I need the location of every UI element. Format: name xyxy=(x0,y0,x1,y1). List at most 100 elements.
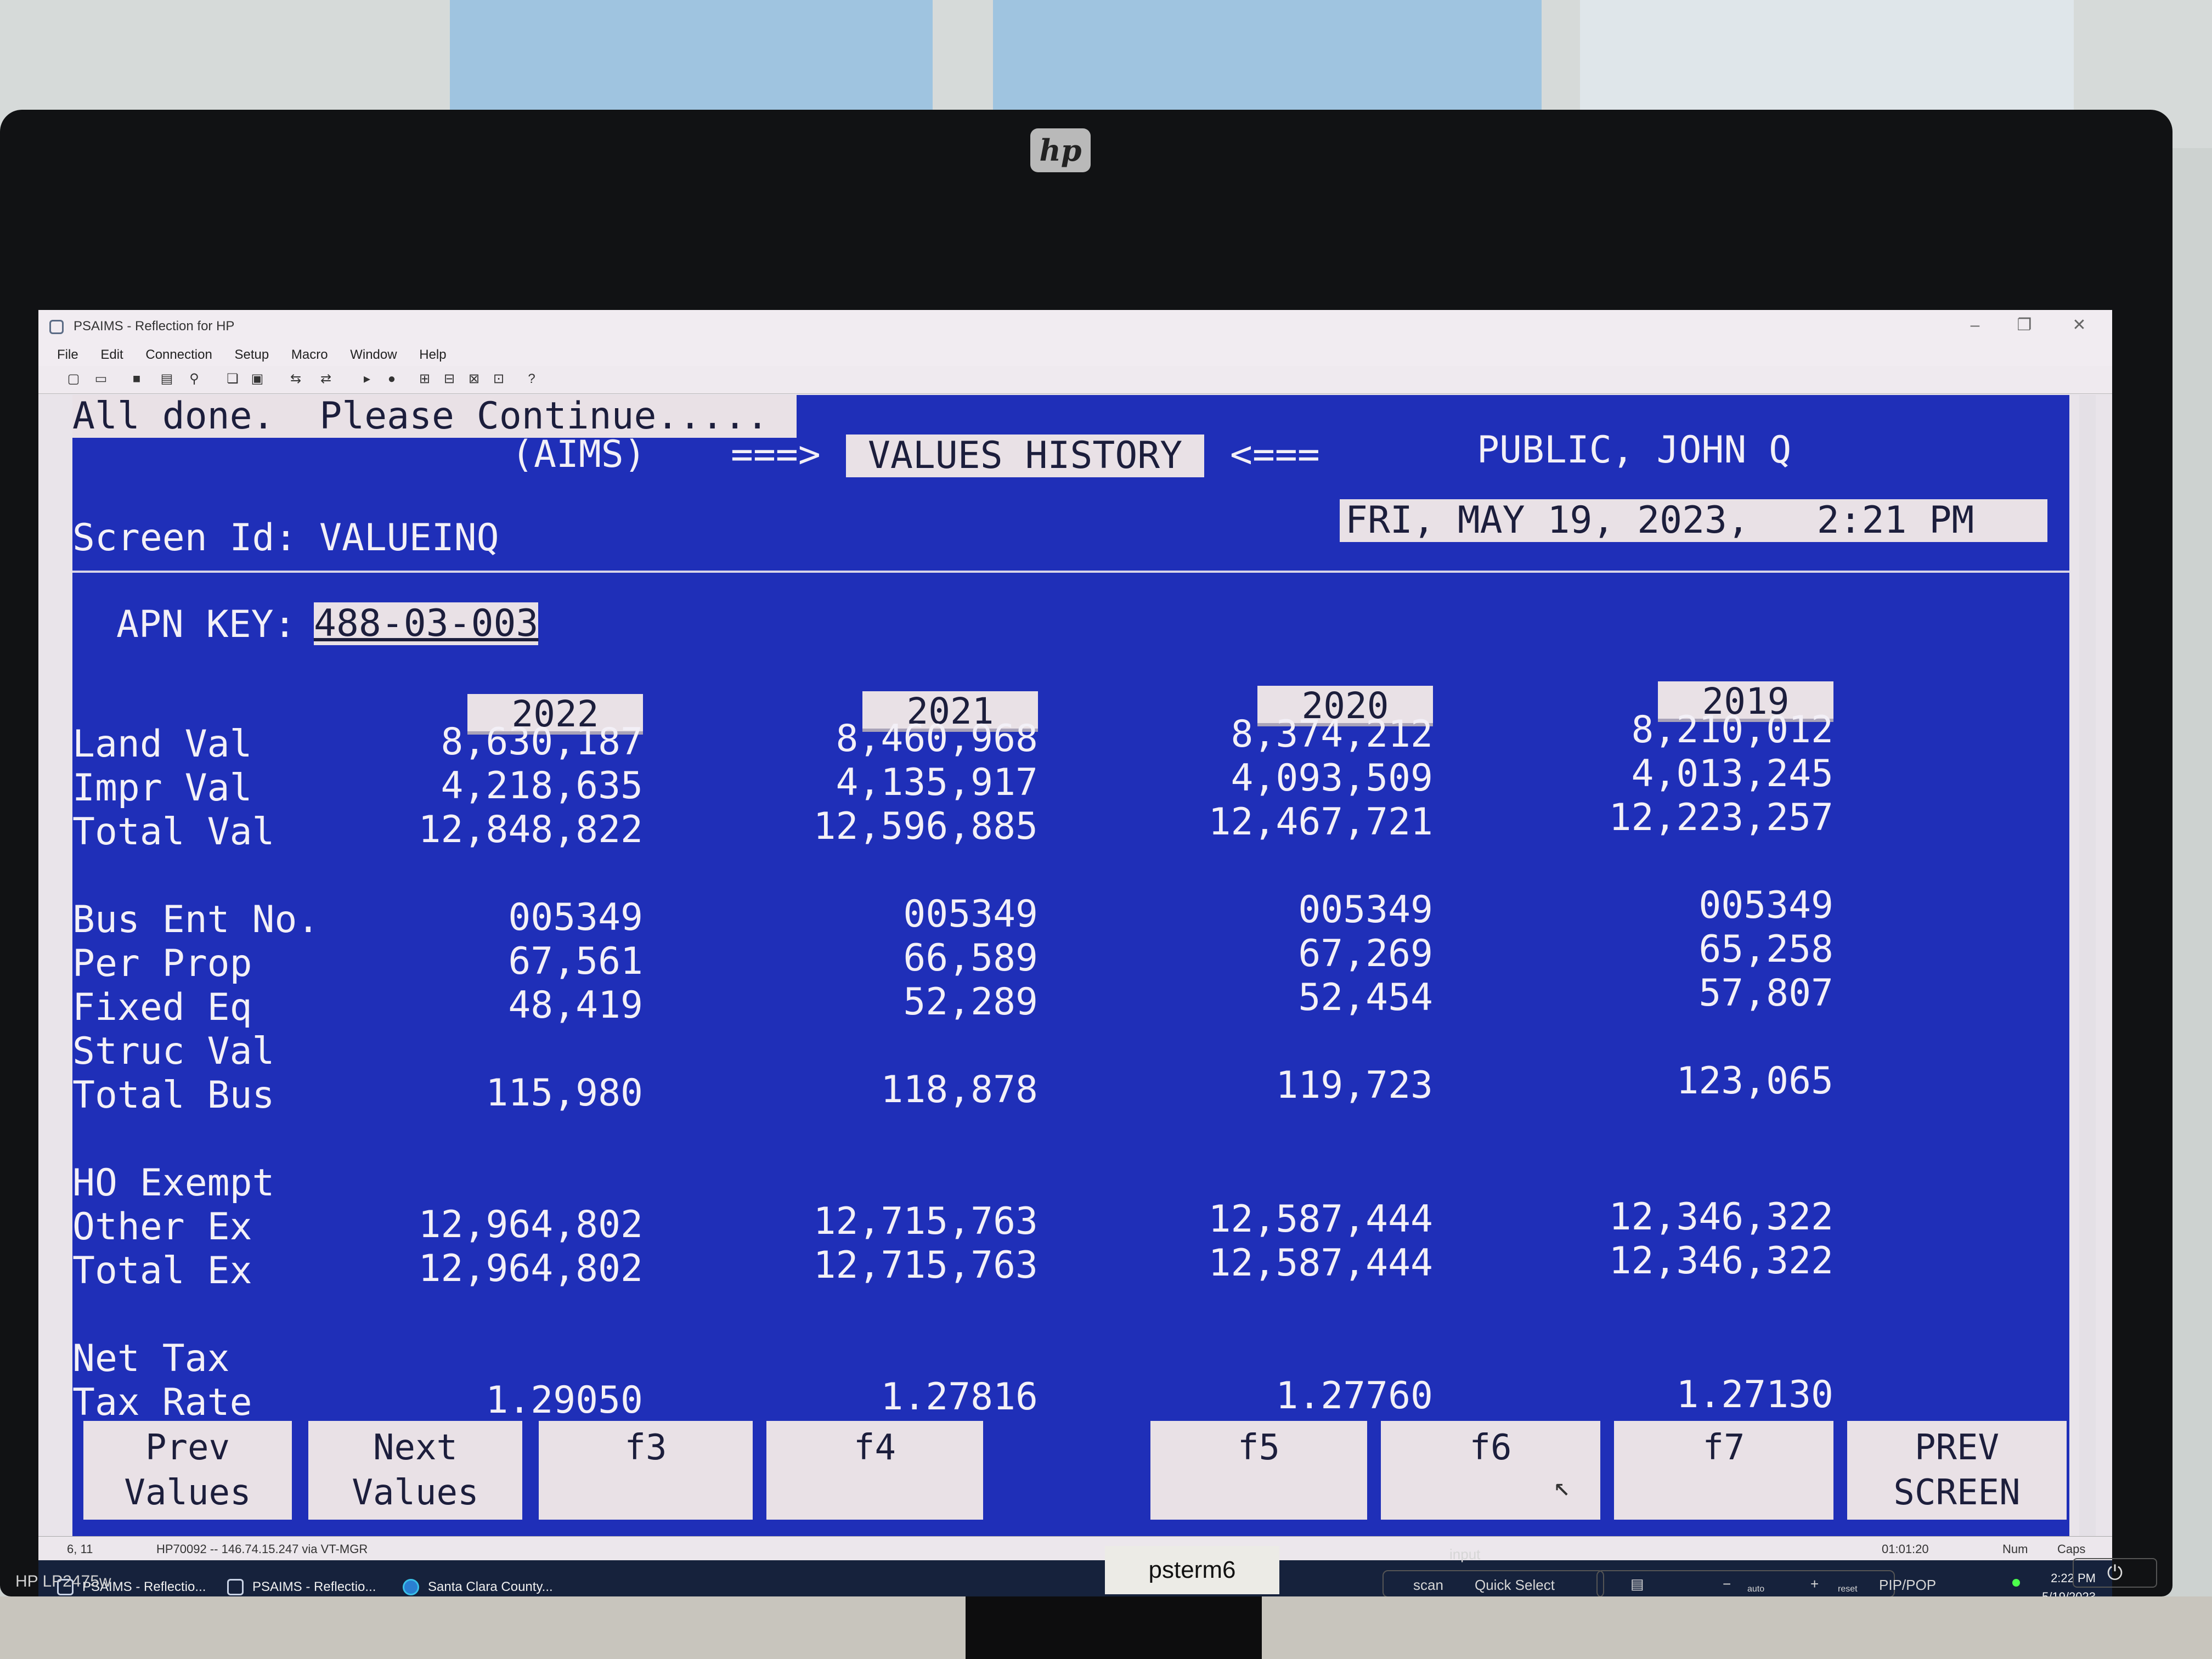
menu-window[interactable]: Window xyxy=(350,344,397,366)
help-icon[interactable]: ? xyxy=(524,371,539,387)
table-cell: 12,715,763 xyxy=(813,1200,1038,1243)
quick-select-button[interactable]: Quick Select xyxy=(1475,1577,1555,1594)
vertical-scrollbar[interactable] xyxy=(2079,395,2096,1536)
record-icon[interactable]: ● xyxy=(384,371,399,387)
table-cell: 4,013,245 xyxy=(1631,752,1833,795)
table-cell: 12,346,322 xyxy=(1609,1195,1833,1239)
apn-input[interactable]: 488-03-003 xyxy=(314,602,539,645)
minimize-icon[interactable]: – xyxy=(1959,314,1991,336)
table-cell: 115,980 xyxy=(486,1071,643,1115)
row-label: Per Prop xyxy=(72,942,252,985)
row-label: Other Ex xyxy=(72,1205,252,1249)
table-cell: 12,467,721 xyxy=(1208,800,1433,844)
close-icon[interactable]: ✕ xyxy=(2063,314,2096,336)
table-cell: 12,587,444 xyxy=(1208,1198,1433,1241)
table-cell: 12,223,257 xyxy=(1609,796,1833,839)
copy-icon[interactable]: ❏ xyxy=(225,371,240,387)
paste-icon[interactable]: ▣ xyxy=(250,371,265,387)
table-cell: 67,561 xyxy=(508,940,643,983)
table-cell: 8,460,968 xyxy=(836,717,1038,760)
power-led xyxy=(2012,1579,2020,1587)
find-icon[interactable]: ⚲ xyxy=(187,371,202,387)
terminal-screen[interactable]: All done. Please Continue..... (AIMS) ==… xyxy=(72,395,2069,1536)
minus-button-icon[interactable]: − xyxy=(1723,1576,1731,1593)
scan-button[interactable]: scan xyxy=(1413,1577,1443,1594)
prev-values-button[interactable]: Prev Values xyxy=(83,1421,292,1520)
table-cell: 48,419 xyxy=(508,984,643,1027)
table-cell: 1.27760 xyxy=(1276,1374,1433,1418)
menu-macro[interactable]: Macro xyxy=(291,344,328,366)
menu-help[interactable]: Help xyxy=(419,344,446,366)
input-label: input xyxy=(1449,1546,1481,1562)
menu-edit[interactable]: Edit xyxy=(100,344,123,366)
macro-icon[interactable]: ⊡ xyxy=(491,371,506,387)
screen-id: VALUEINQ xyxy=(319,516,499,560)
mouse-cursor-icon: ↖ xyxy=(1554,1470,1571,1502)
table-cell: 12,596,885 xyxy=(813,805,1038,848)
table-cell: 4,135,917 xyxy=(836,761,1038,804)
pc-name-sticker: psterm6 xyxy=(1105,1546,1279,1594)
row-label: Land Val xyxy=(72,723,252,766)
table-cell: 12,848,822 xyxy=(418,808,643,851)
table-cell: 52,289 xyxy=(903,980,1038,1024)
macro-icon[interactable]: ⊟ xyxy=(442,371,457,387)
separator-line xyxy=(72,571,2069,573)
table-cell: 123,065 xyxy=(1676,1059,1833,1103)
table-cell: 118,878 xyxy=(881,1068,1038,1111)
date-time: FRI, MAY 19, 2023, 2:21 PM xyxy=(1340,499,2047,542)
row-label: Total Ex xyxy=(72,1249,252,1293)
reset-label: reset xyxy=(1838,1584,1858,1594)
system-name: (AIMS) xyxy=(511,433,646,476)
new-icon[interactable]: ▢ xyxy=(66,371,81,387)
table-cell: 8,630,187 xyxy=(441,720,643,764)
host-info: HP70092 -- 146.74.15.247 via VT-MGR xyxy=(156,1542,368,1556)
next-values-button[interactable]: Next Values xyxy=(308,1421,522,1520)
row-label: Bus Ent No. xyxy=(72,898,320,941)
arrow-left: <=== xyxy=(1230,433,1320,476)
menu-setup[interactable]: Setup xyxy=(234,344,269,366)
hp-logo: hp xyxy=(1030,128,1091,172)
table-cell: 12,715,763 xyxy=(813,1244,1038,1287)
pip-pop-button[interactable]: PIP/POP xyxy=(1879,1577,1936,1594)
window-pane xyxy=(993,0,1542,121)
screen-title: VALUES HISTORY xyxy=(846,435,1205,477)
window-pane xyxy=(1580,0,2074,115)
play-icon[interactable]: ▸ xyxy=(359,371,375,387)
f4-button[interactable]: f4 xyxy=(766,1421,983,1520)
table-cell: 4,093,509 xyxy=(1231,757,1433,800)
menu-button-icon[interactable]: ▤ xyxy=(1630,1576,1644,1593)
plus-button-icon[interactable]: + xyxy=(1810,1576,1819,1593)
auto-label: auto xyxy=(1747,1584,1765,1594)
table-cell: 67,269 xyxy=(1298,932,1433,975)
macro-icon[interactable]: ⊠ xyxy=(466,371,482,387)
f5-button[interactable]: f5 xyxy=(1150,1421,1367,1520)
table-cell: 005349 xyxy=(903,893,1038,936)
power-button-icon[interactable]: ⏻ xyxy=(2073,1558,2157,1588)
macro-icon[interactable]: ⊞ xyxy=(417,371,432,387)
screen-id-label: Screen Id: xyxy=(72,516,297,560)
monitor-screen: PSAIMS - Reflection for HP – ❐ ✕ File Ed… xyxy=(38,310,2112,1632)
table-cell: 66,589 xyxy=(903,936,1038,980)
print-icon[interactable]: ▤ xyxy=(159,371,174,387)
table-cell: 12,964,802 xyxy=(418,1247,643,1290)
row-label: Total Bus xyxy=(72,1074,275,1117)
menu-file[interactable]: File xyxy=(57,344,78,366)
prev-screen-button[interactable]: PREV SCREEN xyxy=(1847,1421,2067,1520)
f7-button[interactable]: f7 xyxy=(1614,1421,1833,1520)
apn-label: APN KEY: xyxy=(116,603,296,646)
connect-icon[interactable]: ⇆ xyxy=(288,371,303,387)
f3-button[interactable]: f3 xyxy=(539,1421,753,1520)
row-label: Net Tax xyxy=(72,1337,230,1380)
transfer-icon[interactable]: ⇄ xyxy=(318,371,334,387)
table-cell: 1.27816 xyxy=(881,1375,1038,1419)
menu-bar: File Edit Connection Setup Macro Window … xyxy=(38,344,2112,366)
table-cell: 12,587,444 xyxy=(1208,1242,1433,1285)
save-icon[interactable]: ■ xyxy=(129,371,144,387)
monitor-bezel: hp PSAIMS - Reflection for HP – ❐ ✕ File… xyxy=(0,110,2172,1632)
table-cell: 57,807 xyxy=(1699,972,1833,1015)
menu-connection[interactable]: Connection xyxy=(145,344,212,366)
row-label: Struc Val xyxy=(72,1030,275,1073)
restore-icon[interactable]: ❐ xyxy=(2008,314,2041,336)
open-icon[interactable]: ▭ xyxy=(93,371,109,387)
app-icon xyxy=(49,320,64,334)
